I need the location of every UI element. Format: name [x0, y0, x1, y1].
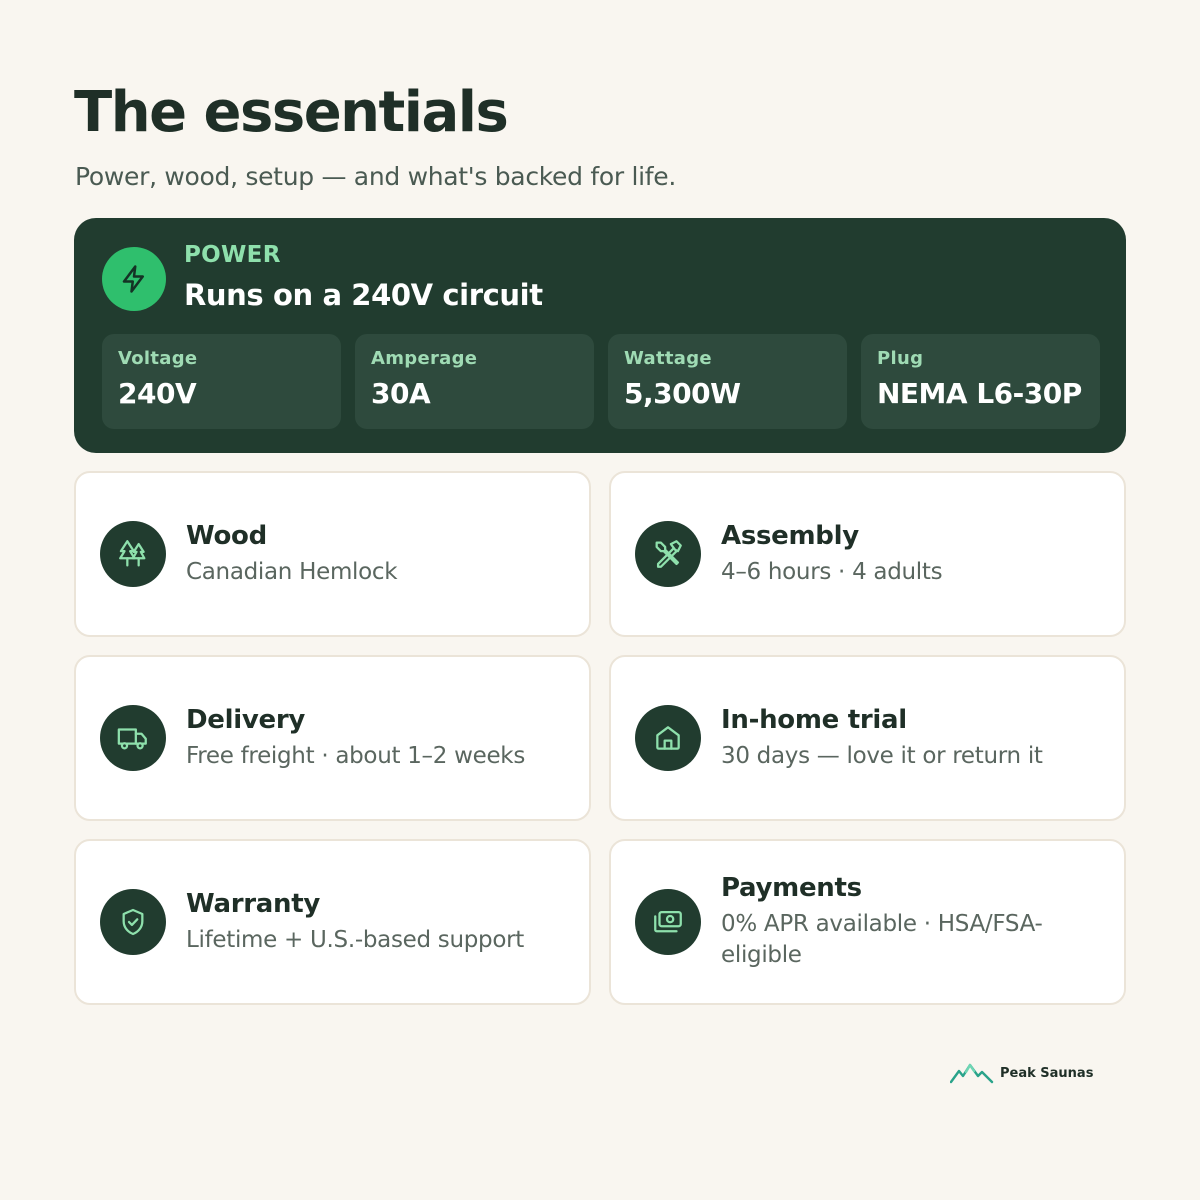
- tree-icon: [100, 521, 166, 587]
- feature-description: Canadian Hemlock: [186, 558, 398, 585]
- spec-value: NEMA L6-30P: [877, 377, 1082, 410]
- feature-title: Warranty: [186, 888, 320, 919]
- feature-description: Lifetime + U.S.-based support: [186, 926, 525, 953]
- feature-grid: Wood Canadian Hemlock Assembly 4–6 hours…: [74, 471, 1126, 1005]
- feature-text: Delivery Free freight · about 1–2 weeks: [186, 657, 569, 819]
- power-eyebrow: POWER: [184, 242, 281, 268]
- brand-name: Peak Saunas: [1000, 1065, 1094, 1081]
- feature-title: Wood: [186, 520, 267, 551]
- feature-card-warranty: Warranty Lifetime + U.S.-based support: [74, 839, 591, 1005]
- mountain-logo-icon: [950, 1063, 994, 1084]
- feature-title: Assembly: [721, 520, 859, 551]
- truck-icon: [100, 705, 166, 771]
- feature-title: Payments: [721, 873, 862, 903]
- feature-description: Free freight · about 1–2 weeks: [186, 742, 525, 769]
- tools-icon: [635, 521, 701, 587]
- feature-text: Payments 0% APR available · HSA/FSA-elig…: [721, 841, 1104, 1003]
- spec-tile-wattage: Wattage 5,300W: [608, 334, 847, 429]
- spec-value: 5,300W: [624, 377, 741, 410]
- page-subtitle: Power, wood, setup — and what's backed f…: [75, 162, 676, 191]
- feature-description: 30 days — love it or return it: [721, 742, 1043, 769]
- power-card: POWER Runs on a 240V circuit Voltage 240…: [74, 218, 1126, 453]
- page-title: The essentials: [74, 80, 509, 145]
- spec-tile-amperage: Amperage 30A: [355, 334, 594, 429]
- spec-label: Plug: [877, 348, 924, 369]
- spec-value: 240V: [118, 377, 197, 410]
- feature-description: 0% APR available · HSA/FSA-eligible: [721, 911, 1043, 968]
- feature-card-trial: In-home trial 30 days — love it or retur…: [609, 655, 1126, 821]
- spec-tile-voltage: Voltage 240V: [102, 334, 341, 429]
- power-spec-row: Voltage 240V Amperage 30A Wattage 5,300W…: [102, 334, 1100, 429]
- shield-check-icon: [100, 889, 166, 955]
- lightning-bolt-icon: [102, 247, 166, 311]
- spec-label: Wattage: [624, 348, 712, 369]
- spec-value: 30A: [371, 377, 431, 410]
- feature-card-delivery: Delivery Free freight · about 1–2 weeks: [74, 655, 591, 821]
- power-headline: Runs on a 240V circuit: [184, 278, 543, 312]
- feature-description: 4–6 hours · 4 adults: [721, 558, 943, 585]
- feature-text: In-home trial 30 days — love it or retur…: [721, 657, 1104, 819]
- feature-text: Warranty Lifetime + U.S.-based support: [186, 841, 569, 1003]
- spec-label: Voltage: [118, 348, 198, 369]
- spec-label: Amperage: [371, 348, 478, 369]
- brand-logo: Peak Saunas: [950, 1062, 1093, 1084]
- home-icon: [635, 705, 701, 771]
- feature-card-wood: Wood Canadian Hemlock: [74, 471, 591, 637]
- feature-card-payments: Payments 0% APR available · HSA/FSA-elig…: [609, 839, 1126, 1005]
- feature-text: Assembly 4–6 hours · 4 adults: [721, 473, 1104, 635]
- spec-tile-plug: Plug NEMA L6-30P: [861, 334, 1100, 429]
- cash-icon: [635, 889, 701, 955]
- feature-card-assembly: Assembly 4–6 hours · 4 adults: [609, 471, 1126, 637]
- feature-title: In-home trial: [721, 704, 907, 735]
- feature-title: Delivery: [186, 704, 305, 735]
- feature-text: Wood Canadian Hemlock: [186, 473, 569, 635]
- essentials-page: The essentials Power, wood, setup — and …: [0, 0, 1200, 1200]
